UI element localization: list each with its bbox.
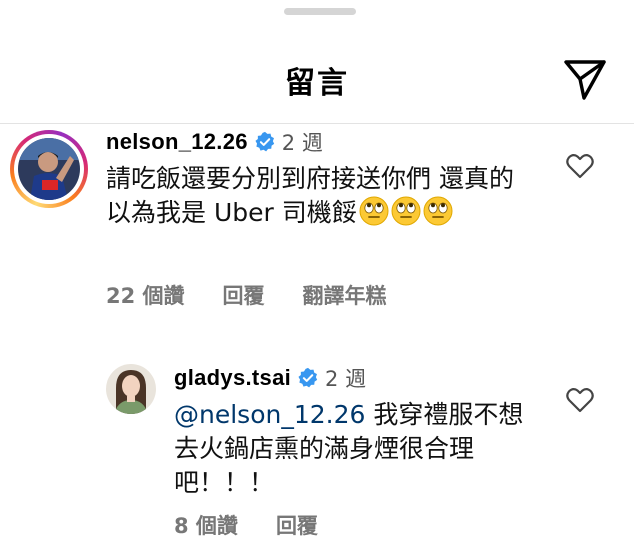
timestamp: 2 週 bbox=[281, 131, 323, 155]
rolling-eyes-emoji-icon bbox=[423, 196, 453, 226]
comments-header: 留言 bbox=[0, 40, 634, 124]
reply-likes-count[interactable]: 8 個讚 bbox=[174, 510, 238, 540]
mention-link[interactable]: @nelson_12.26 bbox=[174, 400, 365, 429]
likes-count[interactable]: 22 個讚 bbox=[106, 280, 185, 310]
like-heart-icon[interactable] bbox=[566, 153, 594, 179]
reply-timestamp: 2 週 bbox=[325, 367, 367, 391]
sheet-drag-handle[interactable] bbox=[284, 8, 356, 15]
reply-header: gladys.tsai 2 週 bbox=[174, 362, 366, 394]
reply-actions: 8 個讚 回覆 bbox=[174, 510, 356, 540]
like-heart-icon[interactable] bbox=[566, 387, 594, 413]
comment-actions: 22 個讚 回覆 翻譯年糕 bbox=[106, 280, 425, 310]
verified-badge-icon bbox=[298, 367, 318, 388]
reply-avatar[interactable] bbox=[106, 364, 156, 414]
comment-body: 請吃飯還要分別到府接送你們 還真的以為我是 Uber 司機餒 bbox=[106, 162, 526, 230]
avatar[interactable] bbox=[18, 138, 80, 200]
page-title: 留言 bbox=[285, 66, 349, 101]
translate-button[interactable]: 翻譯年糕 bbox=[303, 280, 387, 310]
rolling-eyes-emoji-icon bbox=[359, 196, 389, 226]
username[interactable]: nelson_12.26 bbox=[106, 129, 248, 155]
comment-header: nelson_12.26 2 週 bbox=[106, 126, 323, 158]
reply-username[interactable]: gladys.tsai bbox=[174, 365, 291, 391]
rolling-eyes-emoji-icon bbox=[391, 196, 421, 226]
verified-badge-icon bbox=[255, 131, 274, 152]
story-ring[interactable] bbox=[10, 130, 88, 208]
reply-button[interactable]: 回覆 bbox=[223, 280, 265, 310]
reply-body: @nelson_12.26 我穿禮服不想去火鍋店熏的滿身煙很合理吧！！！ bbox=[174, 398, 534, 500]
paper-plane-icon[interactable] bbox=[562, 56, 608, 102]
comment-text: 請吃飯還要分別到府接送你們 還真的以為我是 Uber 司機餒 bbox=[106, 164, 514, 227]
reply-reply-button[interactable]: 回覆 bbox=[276, 510, 318, 540]
